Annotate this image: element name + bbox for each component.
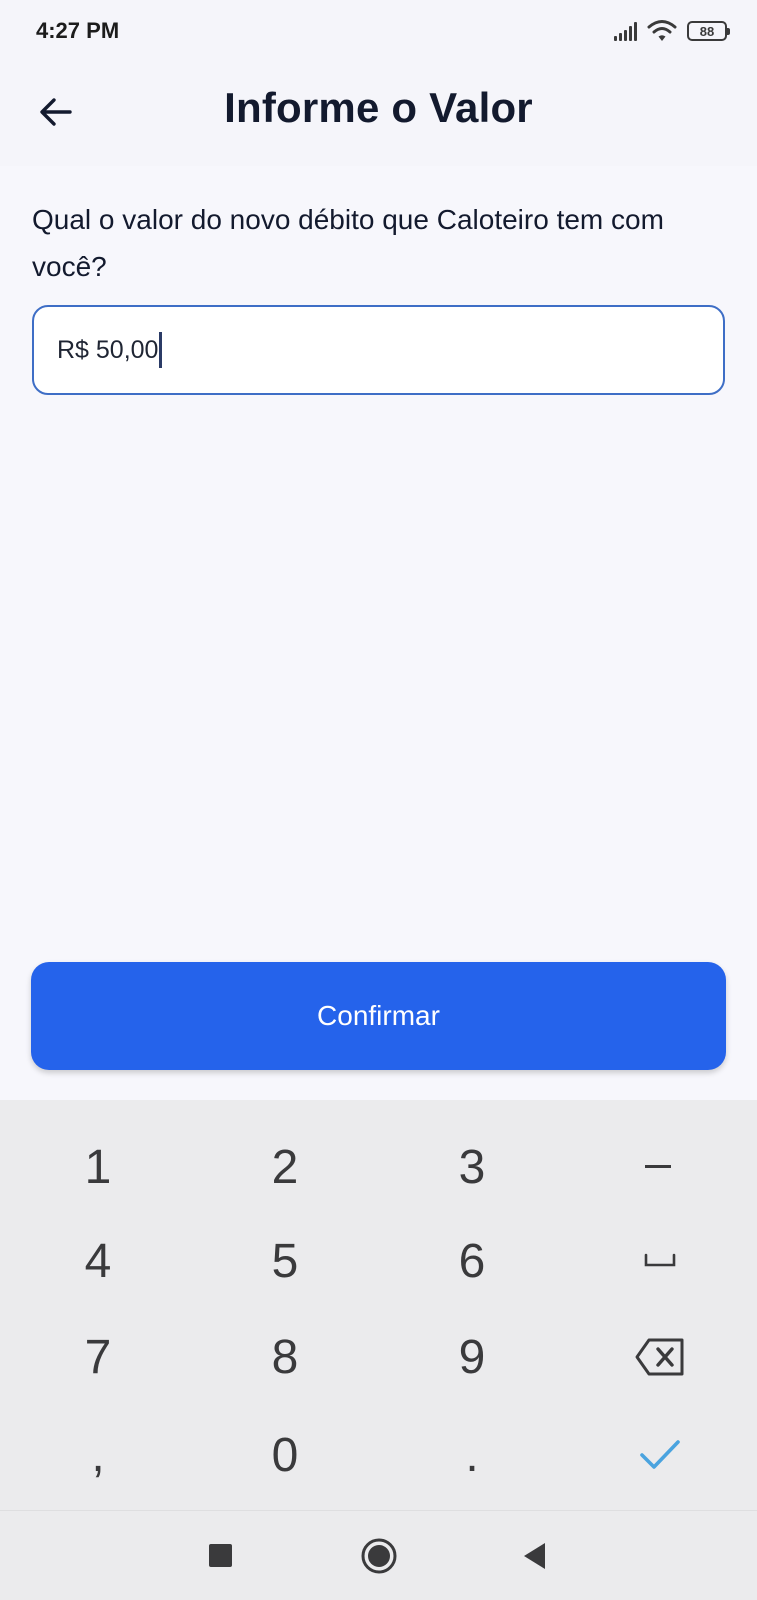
recents-square-icon bbox=[209, 1544, 232, 1567]
signal-icon bbox=[614, 21, 637, 41]
key-4[interactable]: 4 bbox=[38, 1216, 158, 1306]
key-0[interactable]: 0 bbox=[225, 1410, 345, 1500]
status-icons: 88 bbox=[614, 18, 730, 44]
key-9[interactable]: 9 bbox=[412, 1312, 532, 1402]
key-5[interactable]: 5 bbox=[225, 1216, 345, 1306]
system-nav-bar bbox=[0, 1510, 757, 1600]
key-2[interactable]: 2 bbox=[225, 1122, 345, 1212]
key-backspace[interactable] bbox=[600, 1312, 720, 1402]
key-8[interactable]: 8 bbox=[225, 1312, 345, 1402]
page-title: Informe o Valor bbox=[224, 84, 533, 131]
confirm-button-label: Confirmar bbox=[317, 1000, 440, 1031]
recents-button[interactable] bbox=[191, 1531, 251, 1581]
app-bar: Informe o Valor bbox=[0, 62, 757, 166]
space-icon bbox=[644, 1253, 676, 1267]
key-period[interactable]: . bbox=[412, 1410, 532, 1500]
question-text: Qual o valor do novo débito que Caloteir… bbox=[32, 204, 664, 282]
key-6[interactable]: 6 bbox=[412, 1216, 532, 1306]
back-triangle-icon bbox=[524, 1543, 545, 1569]
amount-value: R$ 50,00 bbox=[57, 335, 159, 364]
confirm-button[interactable]: Confirmar bbox=[31, 962, 726, 1070]
checkmark-icon bbox=[640, 1440, 680, 1469]
numeric-keyboard: 1 2 3 4 5 6 7 8 9 , 0 . bbox=[0, 1100, 757, 1510]
home-circle-icon bbox=[361, 1538, 397, 1574]
key-space[interactable] bbox=[600, 1216, 720, 1306]
status-bar: 4:27 PM 88 bbox=[0, 0, 757, 62]
key-7[interactable]: 7 bbox=[38, 1312, 158, 1402]
home-button[interactable] bbox=[349, 1531, 409, 1581]
backspace-icon bbox=[635, 1338, 684, 1376]
battery-level: 88 bbox=[699, 23, 715, 39]
key-done[interactable] bbox=[600, 1410, 720, 1500]
wifi-icon bbox=[647, 20, 677, 41]
minus-icon bbox=[645, 1165, 671, 1168]
key-1[interactable]: 1 bbox=[38, 1122, 158, 1212]
key-comma[interactable]: , bbox=[38, 1410, 158, 1500]
key-minus[interactable] bbox=[600, 1122, 720, 1212]
amount-input[interactable]: R$ 50,00 bbox=[32, 305, 725, 395]
text-caret bbox=[159, 332, 163, 368]
battery-icon: 88 bbox=[687, 21, 730, 41]
key-3[interactable]: 3 bbox=[412, 1122, 532, 1212]
status-time: 4:27 PM bbox=[36, 18, 120, 43]
system-back-button[interactable] bbox=[505, 1531, 565, 1581]
